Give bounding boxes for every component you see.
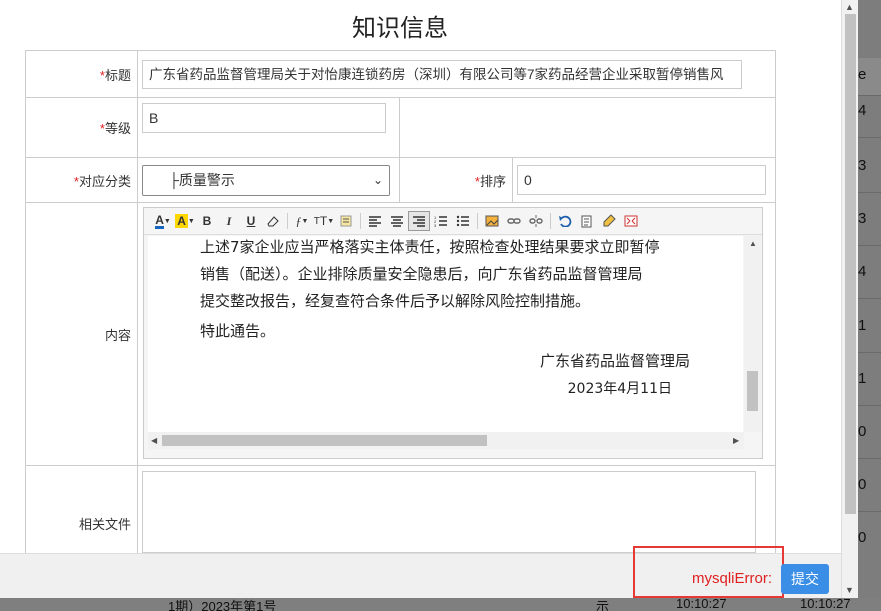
editor-horizontal-scrollbar[interactable]: ◀ ▶	[148, 432, 744, 449]
editor-vertical-scrollbar[interactable]: ▲	[744, 236, 761, 432]
sort-input[interactable]: 0	[517, 165, 766, 195]
unordered-list-icon[interactable]	[452, 211, 474, 231]
fullscreen-icon[interactable]	[620, 211, 642, 231]
align-left-icon[interactable]	[364, 211, 386, 231]
dialog-scrollbar-thumb[interactable]	[845, 14, 856, 514]
italic-icon[interactable]: I	[218, 211, 240, 231]
scroll-right-icon[interactable]: ▶	[733, 436, 739, 445]
background-cell: 3	[858, 210, 867, 227]
background-row-text: 示	[596, 599, 610, 611]
paste-icon[interactable]	[576, 211, 598, 231]
background-bottom-row: 1期）2023年第1号 示 10:10:27 10:10:27	[0, 598, 881, 611]
background-cell: 3	[858, 157, 867, 174]
title-input[interactable]: 广东省药品监督管理局关于对怡康连锁药房（深圳）有限公司等7家药品经营企业采取暂停…	[142, 59, 742, 89]
underline-icon[interactable]: U	[240, 211, 262, 231]
background-cell: 4	[858, 102, 867, 119]
ordered-list-icon[interactable]: 123	[430, 211, 452, 231]
unlink-icon[interactable]	[525, 211, 547, 231]
background-cell: 0	[858, 476, 867, 493]
background-row-time: 10:10:27	[800, 598, 851, 611]
undo-icon[interactable]	[554, 211, 576, 231]
files-textarea[interactable]	[142, 471, 756, 553]
editor-vscroll-thumb[interactable]	[747, 371, 758, 411]
editor-hscroll-thumb[interactable]	[162, 435, 487, 446]
highlight-icon[interactable]: A ▼	[174, 211, 196, 231]
scroll-up-icon[interactable]: ▲	[749, 239, 757, 248]
bold-icon[interactable]: B	[196, 211, 218, 231]
font-color-icon[interactable]: A ▼	[152, 211, 174, 231]
submit-button[interactable]: 提交	[781, 564, 829, 594]
editor-text-area[interactable]: 上述7家企业应当严格落实主体责任，按照检查处理结果要求立即暂停 销售（配送）。企…	[148, 236, 743, 432]
paragraph-icon[interactable]	[335, 211, 357, 231]
content-date: 2023年4月11日	[567, 381, 672, 397]
content-signature: 广东省药品监督管理局	[539, 352, 690, 370]
link-icon[interactable]	[503, 211, 525, 231]
chevron-down-icon: ⌄	[372, 172, 383, 187]
background-cell: 1	[858, 370, 867, 387]
empty-cell	[399, 97, 776, 158]
background-cell: 0	[858, 423, 867, 440]
files-label: 相关文件	[25, 465, 138, 566]
dialog-title: 知识信息	[352, 15, 448, 42]
editor-content: 上述7家企业应当严格落实主体责任，按照检查处理结果要求立即暂停 销售（配送）。企…	[200, 236, 700, 403]
knowledge-dialog: 知识信息 *标题 广东省药品监督管理局关于对怡康连锁药房（深圳）有限公司等7家药…	[0, 0, 841, 611]
title-label: *标题	[25, 50, 138, 98]
sort-label: *排序	[399, 157, 513, 203]
svg-text:3: 3	[434, 223, 437, 227]
font-size-icon[interactable]: T T ▼	[313, 211, 335, 231]
editor-toolbar: A ▼ A ▼ B I U ƒ ▼ T T ▼ 123	[144, 208, 762, 235]
scroll-up-icon[interactable]: ▲	[845, 2, 854, 12]
content-closing: 特此通告。	[200, 322, 276, 340]
background-cell: 0	[858, 529, 867, 546]
background-row-text: 1期）2023年第1号	[168, 599, 277, 611]
align-right-icon[interactable]	[408, 211, 430, 231]
scroll-down-icon[interactable]: ▼	[845, 585, 854, 595]
image-icon[interactable]	[481, 211, 503, 231]
content-paragraph: 销售（配送）。企业排除质量安全隐患后，向广东省药品监督管理局	[200, 265, 643, 283]
scroll-left-icon[interactable]: ◀	[151, 436, 157, 445]
content-label: 内容	[25, 202, 138, 466]
level-label: *等级	[25, 97, 138, 158]
background-cell: 4	[858, 263, 867, 280]
category-label: *对应分类	[25, 157, 138, 203]
category-select[interactable]: ├质量警示 ⌄	[142, 164, 390, 196]
background-row-time: 10:10:27	[676, 598, 727, 611]
eraser-icon[interactable]	[262, 211, 284, 231]
error-message: mysqliError:	[692, 570, 773, 587]
content-paragraph: 上述7家企业应当严格落实主体责任，按照检查处理结果要求立即暂停	[200, 238, 660, 256]
clear-format-icon[interactable]	[598, 211, 620, 231]
content-editor[interactable]: A ▼ A ▼ B I U ƒ ▼ T T ▼ 123 上述7家企业应当严格落实…	[143, 207, 763, 459]
align-center-icon[interactable]	[386, 211, 408, 231]
category-select-value: ├质量警示	[169, 171, 235, 188]
content-paragraph: 提交整改报告，经复查符合条件后予以解除风险控制措施。	[200, 292, 591, 310]
background-col-head: e	[858, 66, 867, 83]
dialog-scrollbar[interactable]: ▲ ▼	[841, 0, 858, 600]
font-family-icon[interactable]: ƒ ▼	[291, 211, 313, 231]
level-input[interactable]: B	[142, 103, 386, 133]
background-cell: 1	[858, 317, 867, 334]
